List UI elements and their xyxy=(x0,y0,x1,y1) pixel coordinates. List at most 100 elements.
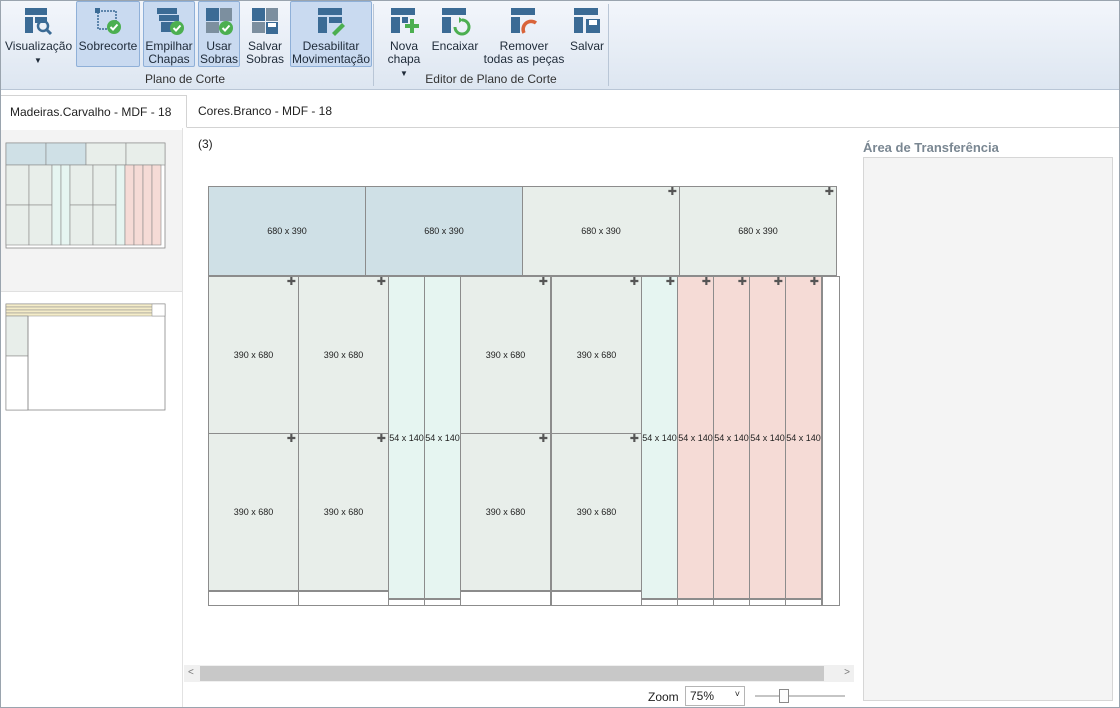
thumbnail-sheet-2[interactable] xyxy=(0,298,182,418)
waste-strip xyxy=(641,599,678,606)
piece-dimension-label: 390 x 680 xyxy=(485,350,526,360)
group-editor-plano: Nova chapa ▼ Encaixar Remover todas as pe… xyxy=(374,0,608,90)
zoom-select[interactable]: 75% ˅ xyxy=(685,686,745,706)
piece-dimension-label: 680 x 390 xyxy=(738,226,778,236)
piece-strip-3[interactable]: 154 x 1400 ✚ xyxy=(641,276,678,599)
piece-dimension-label: 154 x 1400 xyxy=(642,432,677,443)
save-leftovers-icon xyxy=(249,5,281,37)
nova-chapa-button[interactable]: Nova chapa ▼ xyxy=(380,1,428,78)
piece-dimension-label: 390 x 680 xyxy=(576,350,617,360)
view-icon xyxy=(22,5,54,37)
piece-strip-4[interactable]: 154 x 1400 ✚ xyxy=(677,276,714,599)
remover-pecas-button[interactable]: Remover todas as peças xyxy=(482,1,566,67)
piece-strip-5[interactable]: 154 x 1400 ✚ xyxy=(713,276,750,599)
piece-gray-8[interactable]: 390 x 680 ✚ xyxy=(551,433,642,591)
encaixar-button[interactable]: Encaixar xyxy=(430,1,480,67)
piece-strip-7[interactable]: 154 x 1400 ✚ xyxy=(785,276,822,599)
piece-dimension-label: 154 x 1400 xyxy=(425,432,460,443)
tab-madeiras-carvalho[interactable]: Madeiras.Carvalho - MDF - 18 (2) xyxy=(0,95,187,152)
move-icon[interactable]: ✚ xyxy=(810,277,819,288)
piece-top-1[interactable]: 680 x 390 xyxy=(208,186,366,276)
move-icon[interactable]: ✚ xyxy=(539,277,548,288)
piece-dimension-label: 154 x 1400 xyxy=(786,432,821,443)
piece-dimension-label: 390 x 680 xyxy=(485,507,526,517)
piece-dimension-label: 390 x 680 xyxy=(233,350,274,360)
piece-top-2[interactable]: 680 x 390 xyxy=(365,186,523,276)
waste-strip xyxy=(460,591,551,606)
piece-gray-6[interactable]: 390 x 680 ✚ xyxy=(298,433,389,591)
move-icon[interactable]: ✚ xyxy=(630,277,639,288)
sheet-tabs: Madeiras.Carvalho - MDF - 18 (2) Cores.B… xyxy=(0,91,1120,152)
group-separator xyxy=(608,4,609,86)
usar-sobras-button[interactable]: Usar Sobras xyxy=(198,1,240,67)
clipboard-area[interactable] xyxy=(863,157,1113,701)
scroll-right-icon[interactable]: > xyxy=(844,667,850,678)
zoom-slider[interactable] xyxy=(755,689,845,703)
scrollbar-thumb[interactable] xyxy=(200,666,824,681)
move-icon[interactable]: ✚ xyxy=(666,277,675,288)
cutting-plan-canvas[interactable]: 680 x 390 680 x 390 680 x 390 ✚ 680 x 390 ✚ 39… xyxy=(184,129,854,664)
waste-strip xyxy=(388,599,425,606)
move-icon[interactable]: ✚ xyxy=(630,434,639,445)
waste-strip xyxy=(298,591,389,606)
dropdown-caret-icon: ▼ xyxy=(34,56,42,65)
piece-gray-5[interactable]: 390 x 680 ✚ xyxy=(208,433,299,591)
disable-move-icon xyxy=(315,5,347,37)
piece-top-3[interactable]: 680 x 390 ✚ xyxy=(522,186,680,276)
move-icon[interactable]: ✚ xyxy=(774,277,783,288)
new-sheet-icon xyxy=(388,5,420,37)
waste-strip xyxy=(208,591,299,606)
move-icon[interactable]: ✚ xyxy=(287,277,296,288)
tab-cores-branco[interactable]: Cores.Branco - MDF - 18 (3) xyxy=(188,95,358,151)
move-icon[interactable]: ✚ xyxy=(287,434,296,445)
piece-dimension-label: 680 x 390 xyxy=(424,226,464,236)
piece-gray-1[interactable]: 390 x 680 ✚ xyxy=(208,276,299,434)
move-icon[interactable]: ✚ xyxy=(377,434,386,445)
move-icon[interactable]: ✚ xyxy=(702,277,711,288)
empilhar-chapas-button[interactable]: Empilhar Chapas xyxy=(143,1,195,67)
stack-sheets-icon xyxy=(153,5,185,37)
waste-strip xyxy=(785,599,822,606)
sobrecorte-button[interactable]: Sobrecorte xyxy=(76,1,140,67)
zoom-value: 75% xyxy=(690,689,715,703)
horizontal-scrollbar[interactable]: < > xyxy=(184,665,854,682)
chevron-down-icon: ˅ xyxy=(734,689,740,699)
move-icon[interactable]: ✚ xyxy=(738,277,747,288)
piece-gray-7[interactable]: 390 x 680 ✚ xyxy=(460,433,551,591)
scroll-left-icon[interactable]: < xyxy=(188,667,194,678)
group-label-editor: Editor de Plano de Corte xyxy=(425,72,557,86)
piece-strip-6[interactable]: 154 x 1400 ✚ xyxy=(749,276,786,599)
thumbnail-sheet-1[interactable] xyxy=(0,130,182,292)
piece-dimension-label: 680 x 390 xyxy=(267,226,307,236)
waste-strip xyxy=(424,599,461,606)
zoom-slider-knob[interactable] xyxy=(779,689,789,703)
piece-top-4[interactable]: 680 x 390 ✚ xyxy=(679,186,837,276)
salvar-sobras-button[interactable]: Salvar Sobras xyxy=(243,1,287,67)
zoom-slider-track xyxy=(755,695,845,697)
visualizacao-button[interactable]: Visualização ▼ xyxy=(4,1,72,67)
fit-icon xyxy=(439,5,471,37)
sheet-thumbnails xyxy=(0,128,183,708)
piece-strip-2[interactable]: 154 x 1400 xyxy=(424,276,461,599)
waste-strip xyxy=(551,591,642,606)
ribbon: Visualização ▼ Sobrecorte Empilhar Chapa… xyxy=(0,0,1120,90)
desabilitar-movimentacao-button[interactable]: Desabilitar Movimentação xyxy=(290,1,372,67)
move-icon[interactable]: ✚ xyxy=(539,434,548,445)
piece-dimension-label: 390 x 680 xyxy=(323,350,364,360)
group-plano-de-corte: Visualização ▼ Sobrecorte Empilhar Chapa… xyxy=(0,0,372,90)
move-icon[interactable]: ✚ xyxy=(825,187,834,198)
waste-strip xyxy=(713,599,750,606)
piece-dimension-label: 154 x 1400 xyxy=(750,432,785,443)
move-icon[interactable]: ✚ xyxy=(668,187,677,198)
use-leftovers-icon xyxy=(203,5,235,37)
save-icon xyxy=(571,5,603,37)
waste-strip xyxy=(822,276,840,606)
piece-gray-2[interactable]: 390 x 680 ✚ xyxy=(298,276,389,434)
piece-strip-1[interactable]: 154 x 1400 xyxy=(388,276,425,599)
move-icon[interactable]: ✚ xyxy=(377,277,386,288)
piece-dimension-label: 154 x 1400 xyxy=(678,432,713,443)
piece-gray-3[interactable]: 390 x 680 ✚ xyxy=(460,276,551,434)
piece-gray-4[interactable]: 390 x 680 ✚ xyxy=(551,276,642,434)
salvar-button[interactable]: Salvar xyxy=(568,1,606,67)
zoom-label: Zoom xyxy=(648,690,679,704)
